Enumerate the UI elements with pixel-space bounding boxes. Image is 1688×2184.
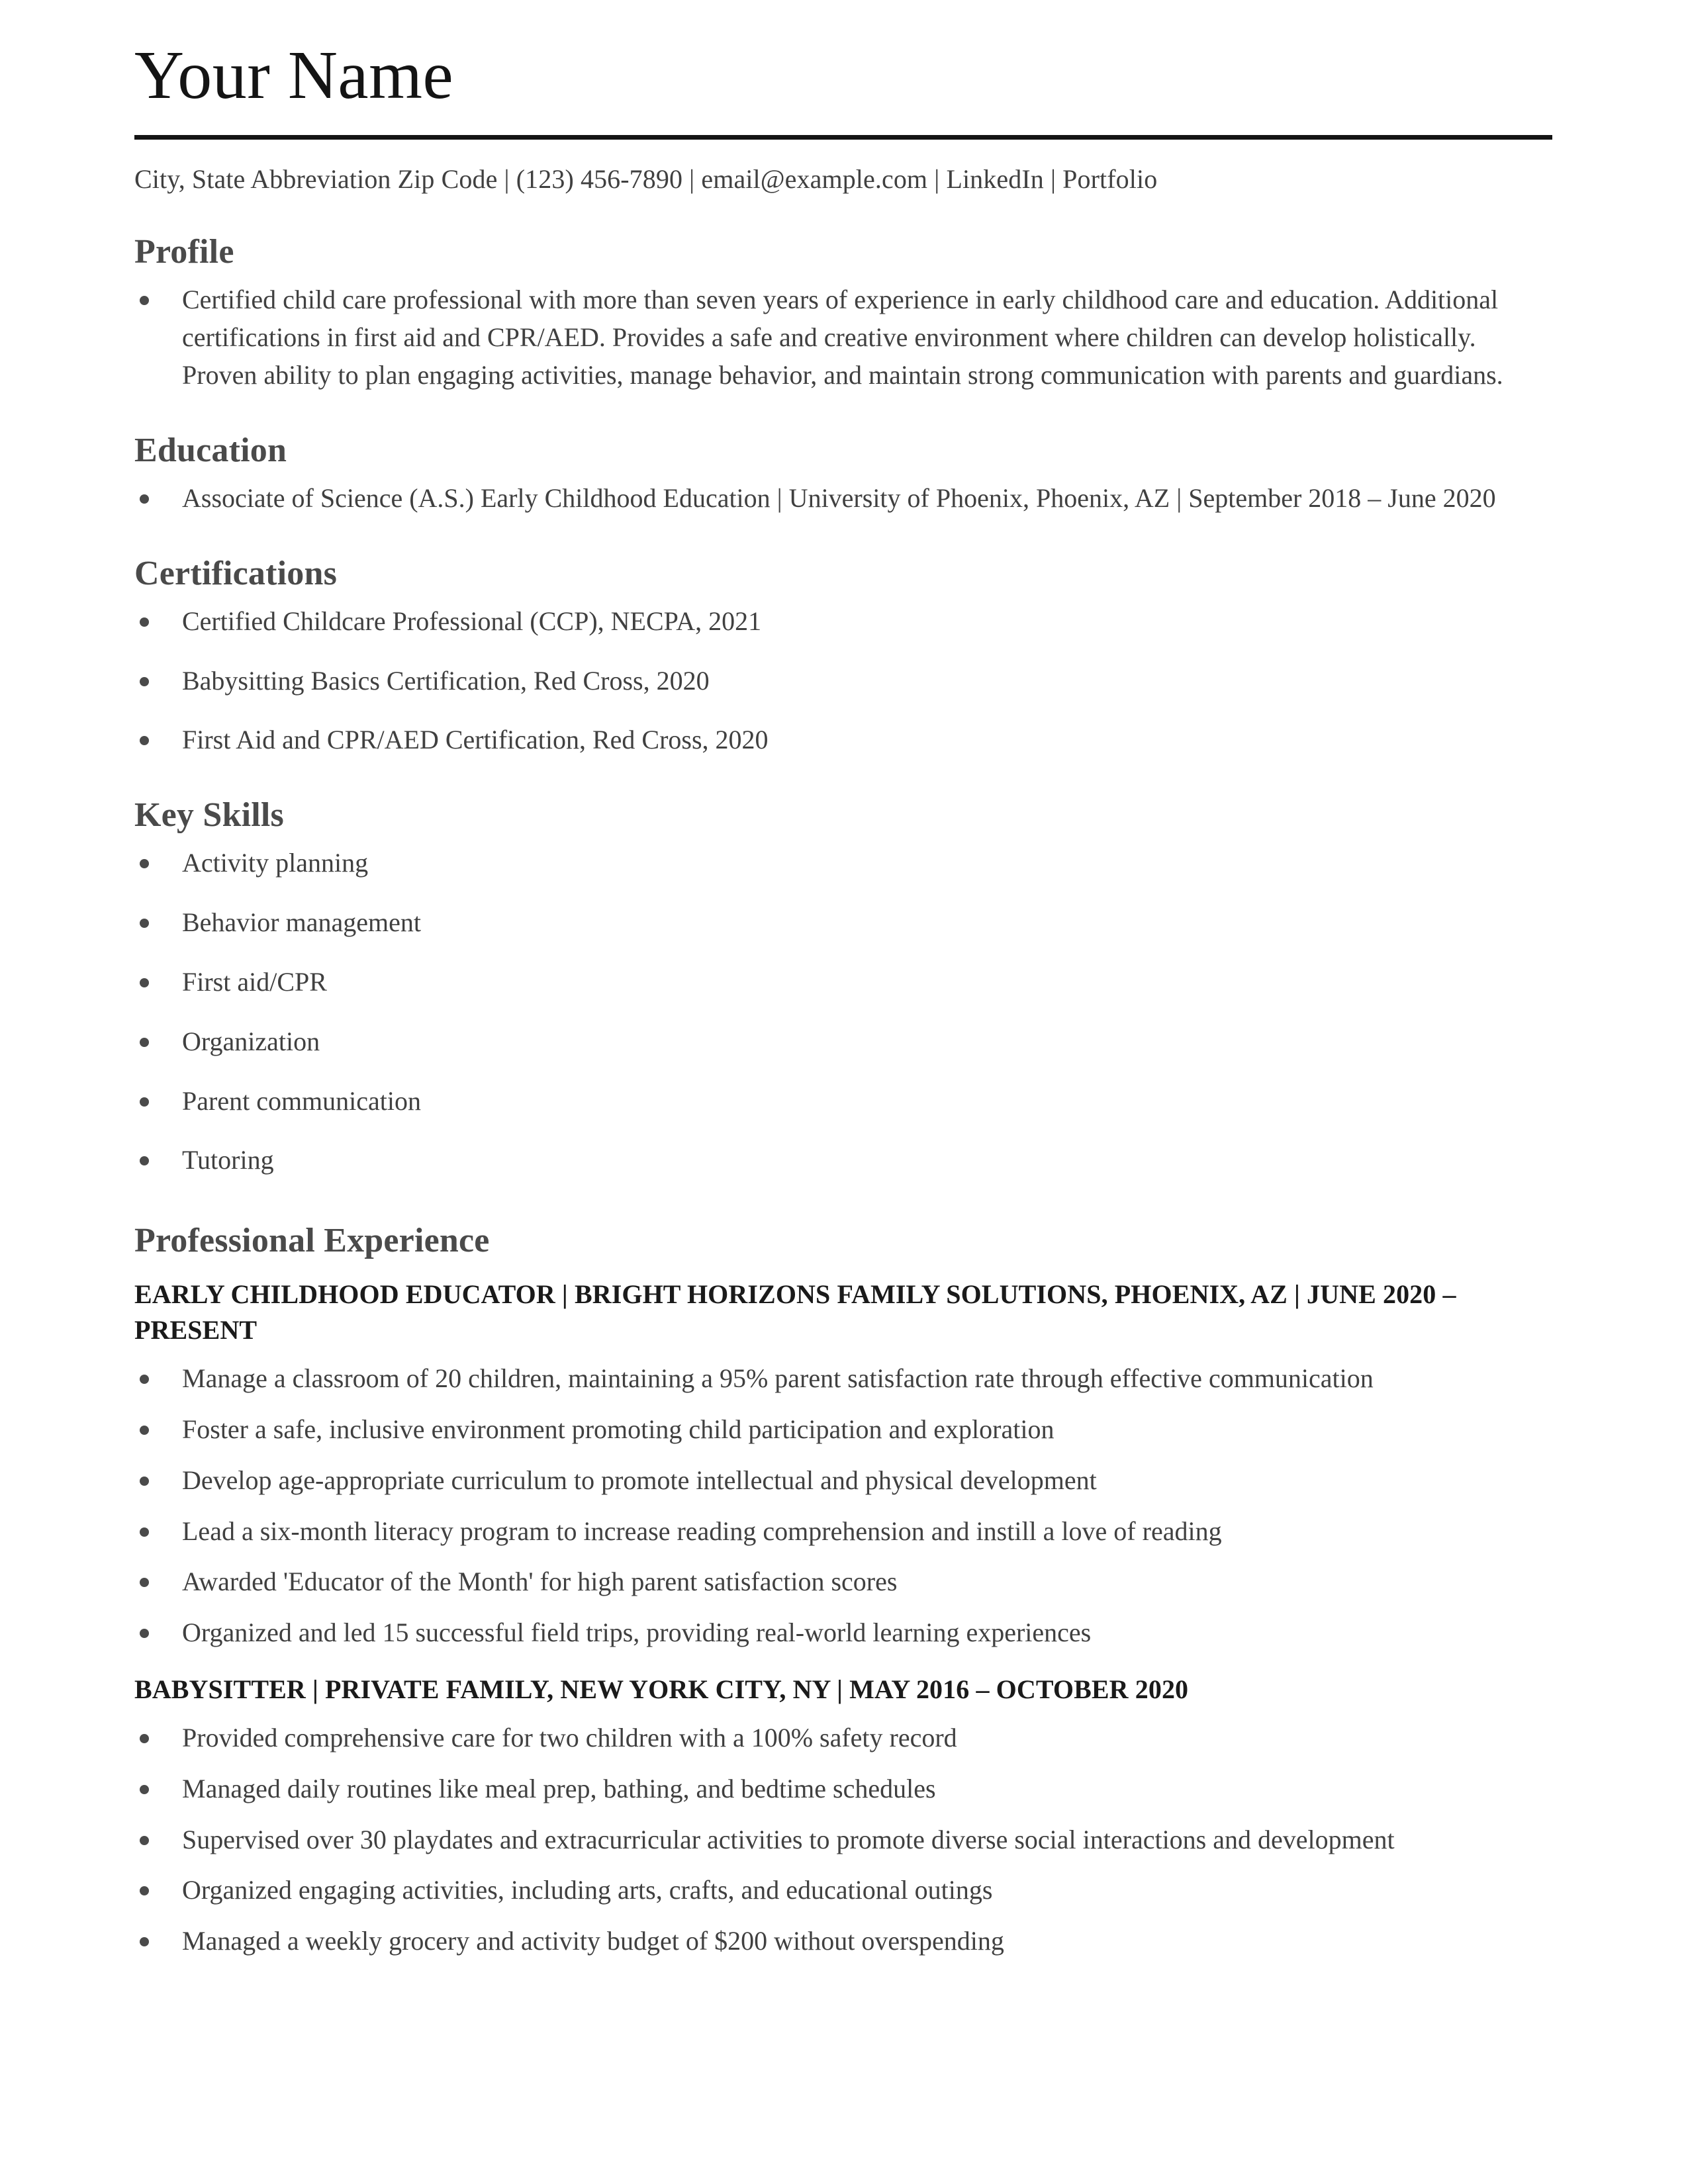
- header-divider: [134, 135, 1552, 140]
- resume-page: Your Name City, State Abbreviation Zip C…: [0, 0, 1688, 2184]
- list-item: First aid/CPR: [134, 964, 1552, 1001]
- list-item: Certified Childcare Professional (CCP), …: [134, 603, 1552, 641]
- list-item: Develop age-appropriate curriculum to pr…: [134, 1462, 1552, 1500]
- resume-header: Your Name City, State Abbreviation Zip C…: [134, 0, 1552, 196]
- section-profile: Profile Certified child care professiona…: [134, 233, 1552, 394]
- experience-entry: EARLY CHILDHOOD EDUCATOR | BRIGHT HORIZO…: [134, 1277, 1552, 1652]
- resume-content: Your Name City, State Abbreviation Zip C…: [134, 0, 1552, 1974]
- list-item: Associate of Science (A.S.) Early Childh…: [134, 480, 1552, 518]
- section-title-certifications: Certifications: [134, 554, 338, 592]
- section-title-key-skills: Key Skills: [134, 796, 284, 835]
- list-item: Awarded 'Educator of the Month' for high…: [134, 1563, 1552, 1601]
- contact-line: City, State Abbreviation Zip Code | (123…: [134, 164, 1158, 194]
- key-skills-bullet-list: Activity planning Behavior management Fi…: [134, 844, 1552, 1179]
- experience-entry: BABYSITTER | PRIVATE FAMILY, NEW YORK CI…: [134, 1672, 1552, 1960]
- candidate-name: Your Name: [134, 37, 454, 113]
- list-item: Managed daily routines like meal prep, b…: [134, 1770, 1552, 1808]
- section-professional-experience: Professional Experience EARLY CHILDHOOD …: [134, 1222, 1552, 1960]
- list-item: Supervised over 30 playdates and extracu…: [134, 1821, 1552, 1859]
- certifications-bullet-list: Certified Childcare Professional (CCP), …: [134, 603, 1552, 759]
- job-bullet-list: Provided comprehensive care for two chil…: [134, 1719, 1552, 1960]
- job-title-line: EARLY CHILDHOOD EDUCATOR | BRIGHT HORIZO…: [134, 1279, 1456, 1345]
- list-item: Certified child care professional with m…: [134, 281, 1552, 394]
- section-key-skills: Key Skills Activity planning Behavior ma…: [134, 796, 1552, 1179]
- section-title-profile: Profile: [134, 233, 234, 271]
- list-item: Activity planning: [134, 844, 1552, 882]
- list-item: Tutoring: [134, 1142, 1552, 1179]
- section-title-education: Education: [134, 431, 287, 469]
- list-item: Provided comprehensive care for two chil…: [134, 1719, 1552, 1757]
- list-item: Babysitting Basics Certification, Red Cr…: [134, 662, 1552, 700]
- job-title-line: BABYSITTER | PRIVATE FAMILY, NEW YORK CI…: [134, 1674, 1189, 1705]
- list-item: Behavior management: [134, 904, 1552, 942]
- list-item: Organization: [134, 1023, 1552, 1061]
- education-bullet-list: Associate of Science (A.S.) Early Childh…: [134, 480, 1552, 518]
- section-certifications: Certifications Certified Childcare Profe…: [134, 555, 1552, 760]
- list-item: Parent communication: [134, 1083, 1552, 1120]
- list-item: Lead a six-month literacy program to inc…: [134, 1513, 1552, 1551]
- list-item: Organized and led 15 successful field tr…: [134, 1614, 1552, 1652]
- list-item: Manage a classroom of 20 children, maint…: [134, 1360, 1552, 1398]
- section-title-professional-experience: Professional Experience: [134, 1222, 490, 1260]
- profile-bullet-list: Certified child care professional with m…: [134, 281, 1552, 394]
- section-education: Education Associate of Science (A.S.) Ea…: [134, 432, 1552, 518]
- job-bullet-list: Manage a classroom of 20 children, maint…: [134, 1360, 1552, 1652]
- list-item: Organized engaging activities, including…: [134, 1872, 1552, 1909]
- list-item: First Aid and CPR/AED Certification, Red…: [134, 721, 1552, 759]
- list-item: Foster a safe, inclusive environment pro…: [134, 1411, 1552, 1449]
- list-item: Managed a weekly grocery and activity bu…: [134, 1923, 1552, 1960]
